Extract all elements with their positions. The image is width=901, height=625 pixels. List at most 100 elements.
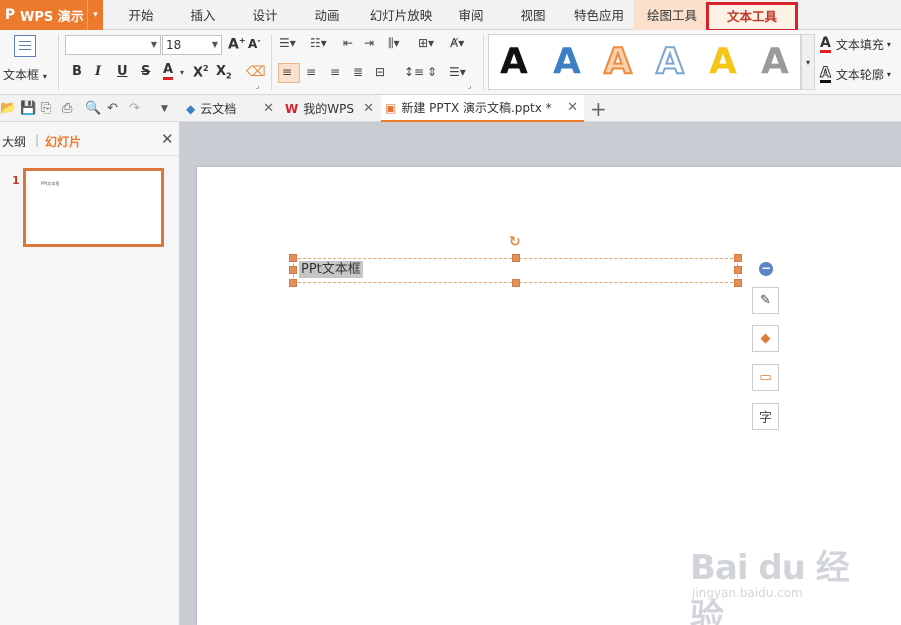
close-icon[interactable]: ✕ — [567, 100, 578, 115]
text-outline-label: 文本轮廓 — [835, 68, 884, 82]
decrease-font-icon[interactable]: A- — [248, 36, 261, 51]
resize-handle[interactable] — [512, 279, 520, 287]
wordart-style-orange-outline[interactable]: A — [603, 40, 633, 83]
line-spacing-icon[interactable]: ↕≡ — [404, 65, 424, 79]
app-menu-button[interactable]: P WPS 演示 ▾ — [0, 0, 103, 30]
chevron-down-icon[interactable]: ▾ — [180, 68, 184, 77]
redo-icon[interactable]: ↷ — [129, 101, 140, 116]
columns-icon[interactable]: ⫼▾ — [388, 36, 400, 51]
slide-thumbnail[interactable]: PPt文本框 — [23, 168, 164, 247]
tab-review[interactable]: 审阅 — [446, 0, 496, 30]
save-icon[interactable]: 💾 — [20, 101, 36, 116]
doc-tab-pptx[interactable]: ▣ 新建 PPTX 演示文稿.pptx * ✕ — [381, 95, 584, 122]
text-fill-button[interactable]: A 文本填充 ▾ — [820, 36, 891, 53]
paragraph-settings-icon[interactable]: ☰▾ — [449, 65, 466, 79]
wordart-style-black[interactable]: A — [500, 41, 528, 82]
panel-tab-divider: | — [35, 133, 40, 147]
increase-font-icon[interactable]: A+ — [228, 36, 246, 53]
print-preview-icon[interactable]: 🔍 — [85, 101, 101, 116]
tab-home[interactable]: 开始 — [116, 0, 166, 30]
chevron-down-icon: ▼ — [211, 40, 218, 49]
resize-handle[interactable] — [734, 266, 742, 274]
resize-handle[interactable] — [734, 279, 742, 287]
wordart-style-blue[interactable]: A — [553, 41, 581, 82]
tab-features[interactable]: 特色应用 — [566, 0, 632, 30]
doc-tab-label: 云文档 — [200, 102, 237, 116]
superscript-icon[interactable]: X2 — [193, 64, 209, 80]
dialog-launcher-icon[interactable]: ⌟ — [468, 82, 471, 90]
undo-icon[interactable]: ↶ — [107, 101, 118, 116]
indent-increase-icon[interactable]: ⇥ — [364, 36, 374, 50]
text-outline-button[interactable]: A 文本轮廓 ▾ — [820, 65, 891, 83]
resize-handle[interactable] — [289, 279, 297, 287]
wordart-style-gray[interactable]: A — [761, 41, 789, 82]
wordart-style-blue-outline[interactable]: A — [655, 40, 685, 83]
tab-text-tools[interactable]: 文本工具 — [706, 2, 798, 32]
distribute-icon[interactable]: ⊟ — [375, 65, 385, 79]
gallery-scroll-icon[interactable]: ▾ — [801, 34, 815, 90]
dialog-launcher-icon[interactable]: ⌟ — [256, 82, 259, 90]
open-folder-icon[interactable]: 📂 — [0, 101, 16, 116]
indent-decrease-icon[interactable]: ⇤ — [343, 36, 353, 50]
text-direction-icon[interactable]: Ⱥ▾ — [450, 36, 464, 50]
text-fill-label: 文本填充 — [835, 38, 884, 52]
tab-outline[interactable]: 大纲 — [2, 133, 26, 150]
app-caret-icon[interactable]: ▾ — [87, 0, 103, 30]
outline-icon[interactable]: ▭ — [752, 364, 779, 391]
quick-access-bar: 📂 💾 ⎘ ⎙ 🔍 ↶ ↷ ▼ ◆ 云文档 ✕ W 我的WPS ✕ ▣ 新建 P… — [0, 95, 901, 122]
bullets-icon[interactable]: ☰▾ — [279, 36, 296, 50]
numbering-icon[interactable]: ☷▾ — [310, 36, 327, 50]
clear-format-icon[interactable]: ⌫ — [246, 64, 266, 80]
chevron-down-icon: ▾ — [886, 40, 891, 49]
tab-animation[interactable]: 动画 — [302, 0, 352, 30]
pptx-doc-icon: ▣ — [385, 100, 397, 115]
chevron-down-icon: ▾ — [42, 72, 47, 81]
doc-tab-mywps[interactable]: W 我的WPS ✕ — [280, 95, 380, 122]
subscript-icon[interactable]: X2 — [216, 64, 232, 81]
customize-toolbar-icon[interactable]: ▼ — [161, 104, 168, 114]
text-box-content[interactable]: PPt文本框 — [299, 261, 363, 278]
rotate-handle-icon[interactable]: ↻ — [509, 234, 521, 250]
paragraph-spacing-icon[interactable]: ⇕ — [427, 65, 437, 79]
tab-drawing-tools[interactable]: 绘图工具 — [634, 0, 710, 30]
underline-icon[interactable]: U — [117, 64, 128, 79]
text-box-align-icon[interactable]: ⊞▾ — [418, 36, 434, 50]
export-icon[interactable]: ⎘ — [41, 101, 51, 116]
font-color-icon[interactable]: A — [163, 63, 174, 80]
align-right-icon[interactable]: ≡ — [330, 65, 340, 79]
font-size-value: 18 — [166, 38, 182, 52]
text-icon-label: 字 — [758, 411, 772, 426]
close-icon[interactable]: ✕ — [161, 130, 174, 148]
font-size-select[interactable]: 18 ▼ — [162, 35, 222, 55]
tab-slides[interactable]: 幻灯片 — [45, 133, 81, 150]
doc-tab-label: 我的WPS — [303, 102, 354, 116]
collapse-tools-icon[interactable]: − — [759, 262, 773, 276]
tab-view[interactable]: 视图 — [508, 0, 558, 30]
justify-icon[interactable]: ≣ — [353, 65, 363, 79]
doc-tab-label: 新建 PPTX 演示文稿.pptx * — [401, 101, 552, 115]
close-icon[interactable]: ✕ — [263, 101, 274, 116]
align-left-icon[interactable]: ≡ — [282, 65, 292, 79]
tab-insert[interactable]: 插入 — [178, 0, 228, 30]
tab-slideshow[interactable]: 幻灯片放映 — [364, 0, 438, 30]
resize-handle[interactable] — [512, 254, 520, 262]
font-name-select[interactable]: ▼ — [65, 35, 161, 55]
resize-handle[interactable] — [734, 254, 742, 262]
bold-icon[interactable]: B — [72, 64, 82, 79]
strikethrough-icon[interactable]: S — [141, 64, 150, 79]
resize-handle[interactable] — [289, 254, 297, 262]
edit-shape-icon[interactable]: ✎ — [752, 287, 779, 314]
close-icon[interactable]: ✕ — [363, 101, 374, 116]
fill-icon[interactable]: ◆ — [752, 325, 779, 352]
wordart-style-yellow[interactable]: A — [709, 41, 737, 82]
print-icon[interactable]: ⎙ — [62, 101, 72, 116]
align-center-icon[interactable]: ≡ — [306, 65, 316, 79]
app-name: WPS 演示 — [20, 9, 84, 25]
italic-icon[interactable]: I — [95, 64, 101, 79]
resize-handle[interactable] — [289, 266, 297, 274]
chevron-down-icon: ▾ — [886, 70, 891, 79]
tab-design[interactable]: 设计 — [240, 0, 290, 30]
new-tab-plus-icon[interactable]: + — [590, 97, 607, 121]
text-icon[interactable]: 字 — [752, 403, 779, 430]
doc-tab-cloud[interactable]: ◆ 云文档 ✕ — [180, 95, 280, 122]
